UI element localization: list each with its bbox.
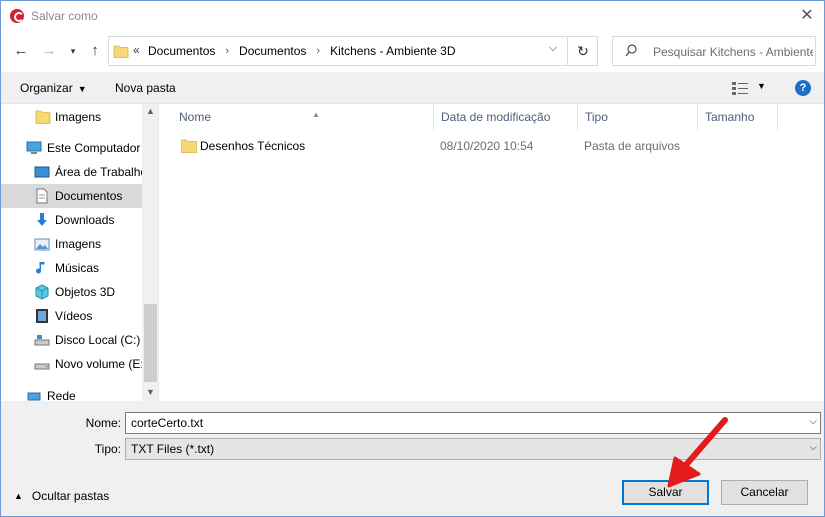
sidebar-item-label: Downloads bbox=[55, 213, 115, 227]
caret-down-icon: ▼ bbox=[77, 84, 87, 94]
sidebar-item-label: Este Computador bbox=[47, 141, 141, 155]
pictures-icon bbox=[34, 238, 50, 251]
sidebar-item-network[interactable]: Rede bbox=[1, 384, 142, 401]
sidebar-item-label: Objetos 3D bbox=[55, 285, 116, 299]
chevron-right-icon[interactable]: › bbox=[316, 45, 320, 57]
sidebar-item-label: Novo volume (E:) bbox=[55, 357, 148, 371]
search-placeholder: Pesquisar Kitchens - Ambiente 3D bbox=[653, 45, 813, 59]
download-icon bbox=[37, 213, 47, 226]
file-modified: 08/10/2020 10:54 bbox=[440, 139, 534, 153]
hide-folders-button[interactable]: ▲ Ocultar pastas bbox=[14, 489, 109, 503]
file-list: ▲ Nome Data de modificação Tipo Tamanho … bbox=[159, 104, 824, 401]
sidebar-item-3d-objects[interactable]: Objetos 3D bbox=[1, 280, 142, 304]
chevron-down-icon[interactable]: ⌵ bbox=[809, 416, 817, 427]
sidebar-item-music[interactable]: Músicas bbox=[1, 256, 142, 280]
sidebar-item-pictures[interactable]: Imagens bbox=[1, 232, 142, 256]
scroll-up-icon[interactable]: ▲ bbox=[142, 106, 158, 116]
sidebar-item-label: Vídeos bbox=[55, 309, 93, 323]
navigation-pane: Imagens Este Computador Área de Trabalho… bbox=[1, 104, 159, 401]
search-icon bbox=[625, 44, 637, 57]
sidebar-item-label: Documentos bbox=[55, 189, 123, 203]
organize-label: Organizar bbox=[20, 81, 73, 95]
drive-icon bbox=[34, 363, 50, 370]
sidebar-item-label: Disco Local (C:) bbox=[55, 333, 141, 347]
title-bar: Salvar como ✕ bbox=[1, 1, 824, 32]
sidebar-item-label: Área de Trabalho bbox=[55, 165, 148, 179]
filename-input[interactable]: corteCerto.txt ⌵ bbox=[125, 412, 821, 434]
cancel-button[interactable]: Cancelar bbox=[721, 480, 808, 505]
up-arrow-icon[interactable]: ↑ bbox=[85, 40, 105, 62]
filetype-select[interactable]: TXT Files (*.txt) ⌵ bbox=[125, 438, 821, 460]
column-header-type[interactable]: Tipo bbox=[578, 104, 698, 130]
file-type: Pasta de arquivos bbox=[584, 139, 681, 153]
music-icon bbox=[36, 262, 45, 274]
sidebar-item-new-volume[interactable]: Novo volume (E:) bbox=[1, 352, 148, 376]
folder-icon bbox=[113, 45, 129, 58]
filetype-label: Tipo: bbox=[94, 442, 121, 456]
column-header-size[interactable]: Tamanho bbox=[698, 104, 778, 130]
back-arrow-icon[interactable]: ← bbox=[11, 40, 31, 62]
view-options-icon[interactable] bbox=[732, 81, 748, 95]
sidebar-item-label: Músicas bbox=[55, 261, 100, 275]
filename-value: corteCerto.txt bbox=[131, 416, 204, 430]
sidebar-item-label: Rede bbox=[47, 389, 76, 401]
refresh-icon[interactable]: ↻ bbox=[567, 37, 598, 65]
sort-ascending-icon: ▲ bbox=[312, 110, 320, 119]
folder-icon bbox=[35, 110, 51, 124]
breadcrumb-item[interactable]: Kitchens - Ambiente 3D bbox=[330, 44, 455, 58]
chevron-right-icon[interactable]: › bbox=[225, 45, 229, 57]
sidebar-scrollbar[interactable]: ▲ ▼ bbox=[142, 104, 158, 401]
documents-icon bbox=[36, 188, 48, 204]
video-icon bbox=[36, 309, 48, 323]
caret-up-icon: ▲ bbox=[14, 491, 23, 501]
sidebar-item-documents[interactable]: Documentos bbox=[1, 184, 142, 208]
sidebar-item-desktop[interactable]: Área de Trabalho bbox=[1, 160, 147, 184]
sidebar-item-this-pc[interactable]: Este Computador bbox=[1, 136, 142, 160]
desktop-icon bbox=[34, 166, 50, 178]
sidebar-item-local-disk[interactable]: Disco Local (C:) bbox=[1, 328, 142, 352]
sidebar-item-downloads[interactable]: Downloads bbox=[1, 208, 142, 232]
sidebar-item-imagens-quick[interactable]: Imagens bbox=[1, 105, 142, 129]
recent-locations-chevron-icon[interactable]: ▾ bbox=[63, 40, 83, 62]
save-form: Nome: corteCerto.txt ⌵ Tipo: TXT Files (… bbox=[1, 401, 824, 516]
filetype-value: TXT Files (*.txt) bbox=[131, 442, 215, 456]
help-icon[interactable]: ? bbox=[795, 80, 811, 96]
breadcrumb: Documentos › Documentos › Kitchens - Amb… bbox=[148, 44, 456, 58]
breadcrumb-item[interactable]: Documentos bbox=[239, 44, 306, 58]
sidebar-item-label: Imagens bbox=[55, 110, 102, 124]
folder-icon bbox=[181, 139, 197, 153]
column-header-label: Nome bbox=[179, 110, 212, 124]
search-input[interactable]: Pesquisar Kitchens - Ambiente 3D bbox=[612, 36, 816, 66]
cube-icon bbox=[35, 284, 49, 300]
scrollbar-thumb[interactable] bbox=[144, 304, 157, 382]
view-caret-down-icon[interactable]: ▼ bbox=[757, 81, 766, 91]
organize-menu-button[interactable]: Organizar ▼ bbox=[20, 81, 87, 95]
scroll-down-icon[interactable]: ▼ bbox=[142, 387, 158, 397]
sidebar-item-label: Imagens bbox=[55, 237, 102, 251]
close-button[interactable]: ✕ bbox=[796, 5, 818, 27]
file-name: Desenhos Técnicos bbox=[200, 139, 306, 153]
app-logo-icon bbox=[10, 9, 24, 23]
command-bar: Organizar ▼ Nova pasta ▼ ? bbox=[1, 72, 824, 104]
sidebar-item-videos[interactable]: Vídeos bbox=[1, 304, 142, 328]
window-title: Salvar como bbox=[31, 9, 98, 23]
save-as-dialog: Salvar como ✕ ← → ▾ ↑ « Documentos › Doc… bbox=[0, 0, 825, 517]
new-folder-button[interactable]: Nova pasta bbox=[115, 81, 176, 95]
column-header-name[interactable]: ▲ Nome bbox=[172, 104, 434, 130]
address-bar[interactable]: « Documentos › Documentos › Kitchens - A… bbox=[108, 36, 598, 66]
computer-icon bbox=[26, 141, 42, 154]
table-row[interactable]: Desenhos Técnicos 08/10/2020 10:54 Pasta… bbox=[175, 135, 735, 157]
column-header-modified[interactable]: Data de modificação bbox=[434, 104, 578, 130]
breadcrumb-item[interactable]: Documentos bbox=[148, 44, 215, 58]
filename-label: Nome: bbox=[85, 416, 121, 430]
hide-folders-label: Ocultar pastas bbox=[31, 489, 110, 503]
breadcrumb-overflow-icon[interactable]: « bbox=[133, 43, 140, 57]
navigation-bar: ← → ▾ ↑ « Documentos › Documentos › Kitc… bbox=[1, 32, 824, 72]
network-icon bbox=[27, 392, 41, 401]
address-dropdown-icon[interactable]: ⌵ bbox=[543, 42, 563, 55]
chevron-down-icon[interactable]: ⌵ bbox=[809, 442, 817, 453]
forward-arrow-icon[interactable]: → bbox=[39, 40, 59, 62]
drive-icon bbox=[34, 335, 50, 346]
save-button[interactable]: Salvar bbox=[622, 480, 709, 505]
